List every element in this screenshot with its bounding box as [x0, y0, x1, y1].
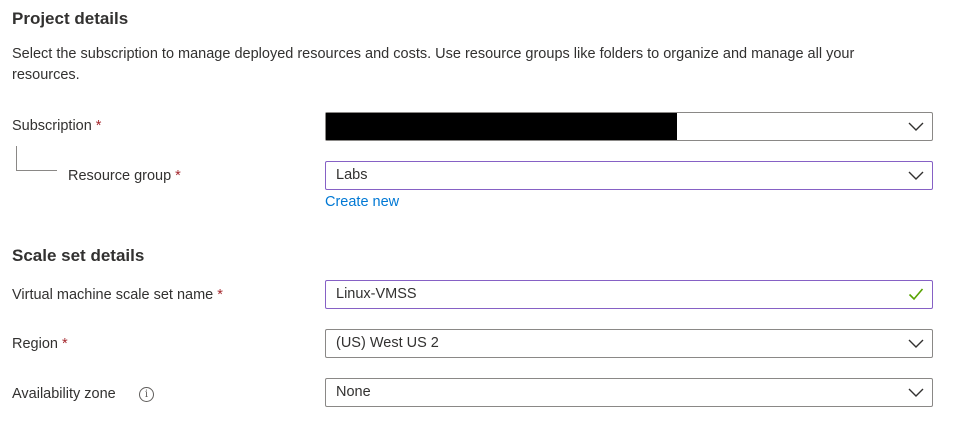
region-dropdown[interactable]: (US) West US 2: [325, 329, 933, 358]
resource-group-label: Resource group *: [68, 168, 181, 184]
create-new-link[interactable]: Create new: [325, 194, 399, 210]
region-label-text: Region: [12, 336, 58, 352]
scale-set-details-heading: Scale set details: [12, 246, 145, 265]
resource-group-dropdown[interactable]: Labs: [325, 161, 933, 190]
availability-zone-label: Availability zone: [12, 386, 116, 402]
redacted-subscription-value: [326, 113, 677, 140]
chevron-down-icon: [908, 122, 924, 131]
required-marker: *: [175, 168, 181, 184]
info-icon[interactable]: i: [139, 387, 154, 402]
subscription-label-text: Subscription: [12, 118, 92, 134]
region-label: Region *: [12, 336, 68, 352]
chevron-down-icon: [908, 388, 924, 397]
resource-group-value: Labs: [336, 167, 368, 183]
availability-zone-value: None: [336, 384, 371, 400]
subscription-label: Subscription *: [12, 118, 101, 134]
tree-connector-vertical: [16, 146, 17, 170]
chevron-down-icon: [908, 339, 924, 348]
required-marker: *: [217, 287, 223, 303]
project-details-description: Select the subscription to manage deploy…: [12, 46, 855, 83]
vmss-name-value: Linux-VMSS: [336, 286, 417, 302]
resource-group-label-text: Resource group: [68, 168, 172, 184]
project-details-heading: Project details: [12, 9, 129, 28]
availability-zone-dropdown[interactable]: None: [325, 378, 933, 407]
checkmark-icon: [908, 288, 924, 301]
vmss-name-label-text: Virtual machine scale set name: [12, 287, 214, 303]
chevron-down-icon: [908, 171, 924, 180]
tree-connector-horizontal: [16, 170, 57, 171]
required-marker: *: [95, 118, 102, 134]
vmss-name-label: Virtual machine scale set name *: [12, 287, 223, 303]
vmss-name-input[interactable]: Linux-VMSS: [325, 280, 933, 309]
subscription-dropdown[interactable]: [325, 112, 933, 141]
region-value: (US) West US 2: [336, 335, 439, 351]
required-marker: *: [61, 336, 68, 352]
